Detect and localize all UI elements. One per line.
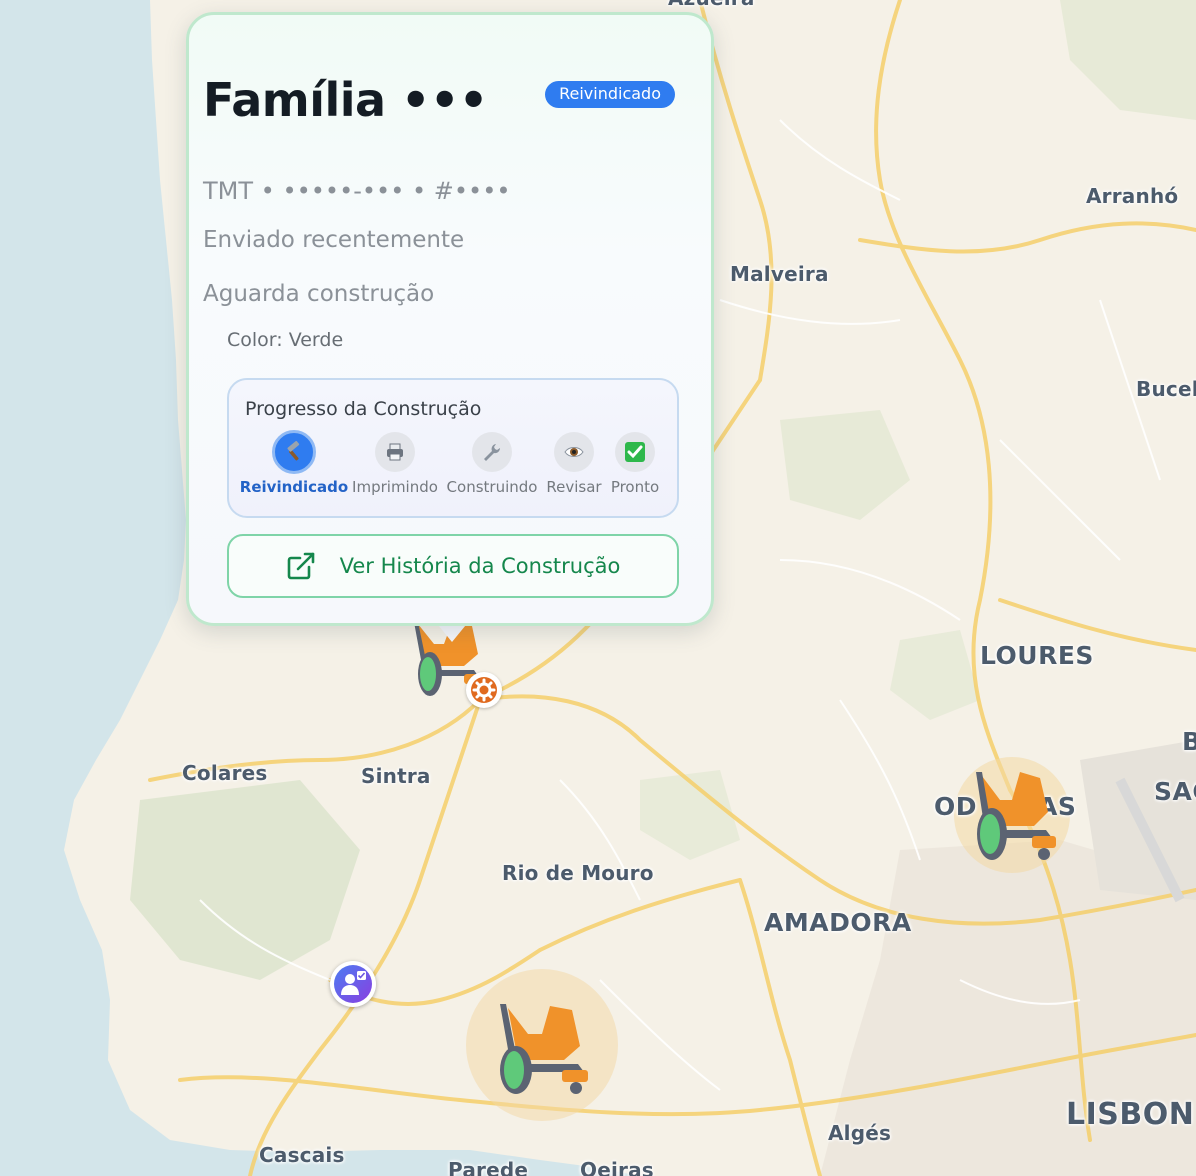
- place-label: B: [1182, 727, 1196, 756]
- wheelchair-marker[interactable]: [488, 998, 596, 1098]
- clinician-icon: [334, 965, 372, 1003]
- clinician-marker[interactable]: [330, 961, 376, 1007]
- device-id-line: TMT • •••••-••• • #••••: [203, 177, 511, 205]
- progress-step-label: Pronto: [610, 478, 660, 496]
- place-label: LOURES: [980, 641, 1094, 670]
- place-label: Cascais: [259, 1143, 345, 1167]
- place-label: Oeiras: [580, 1158, 654, 1176]
- view-build-history-label: Ver História da Construção: [339, 554, 621, 578]
- place-label: Malveira: [730, 262, 829, 286]
- popup-title: Família •••: [203, 73, 488, 127]
- progress-title: Progresso da Construção: [245, 398, 482, 420]
- progress-step-label: Imprimindo: [352, 478, 438, 496]
- progress-step-claimed: Reivindicado: [239, 430, 349, 496]
- progress-step-printing: Imprimindo: [340, 432, 450, 496]
- place-label: Colares: [182, 761, 268, 785]
- gear-icon[interactable]: [466, 672, 502, 708]
- place-label: LISBON: [1066, 1097, 1195, 1132]
- place-label: SAC: [1154, 777, 1196, 806]
- view-build-history-button[interactable]: Ver História da Construção: [227, 534, 679, 598]
- check-box-icon: [615, 432, 655, 472]
- printer-icon: [375, 432, 415, 472]
- progress-step-label: Reivindicado: [239, 478, 349, 496]
- build-status-text: Aguarda construção: [203, 281, 435, 307]
- build-progress-card: Progresso da Construção Reivindicado Imp…: [227, 378, 679, 518]
- wheelchair-marker[interactable]: [960, 762, 1064, 866]
- place-label: Sintra: [361, 764, 431, 788]
- place-label: Arranhó: [1086, 184, 1179, 208]
- place-label: Rio de Mouro: [502, 861, 654, 885]
- wrench-icon: [472, 432, 512, 472]
- place-label: AMADORA: [764, 908, 912, 937]
- place-label: Algés: [828, 1121, 892, 1145]
- status-badge: Reivindicado: [545, 81, 675, 108]
- progress-step-ready: Pronto: [580, 432, 690, 496]
- beneficiary-popup: Família ••• Reivindicado TMT • •••••-•••…: [186, 12, 714, 626]
- hammer-icon: [272, 430, 316, 474]
- place-label: Azueira: [668, 0, 755, 10]
- place-label: Parede: [448, 1158, 529, 1176]
- external-link-icon: [287, 552, 314, 580]
- color-text: Color: Verde: [227, 329, 344, 351]
- sent-status-text: Enviado recentemente: [203, 227, 465, 253]
- place-label: Bucel: [1136, 377, 1196, 401]
